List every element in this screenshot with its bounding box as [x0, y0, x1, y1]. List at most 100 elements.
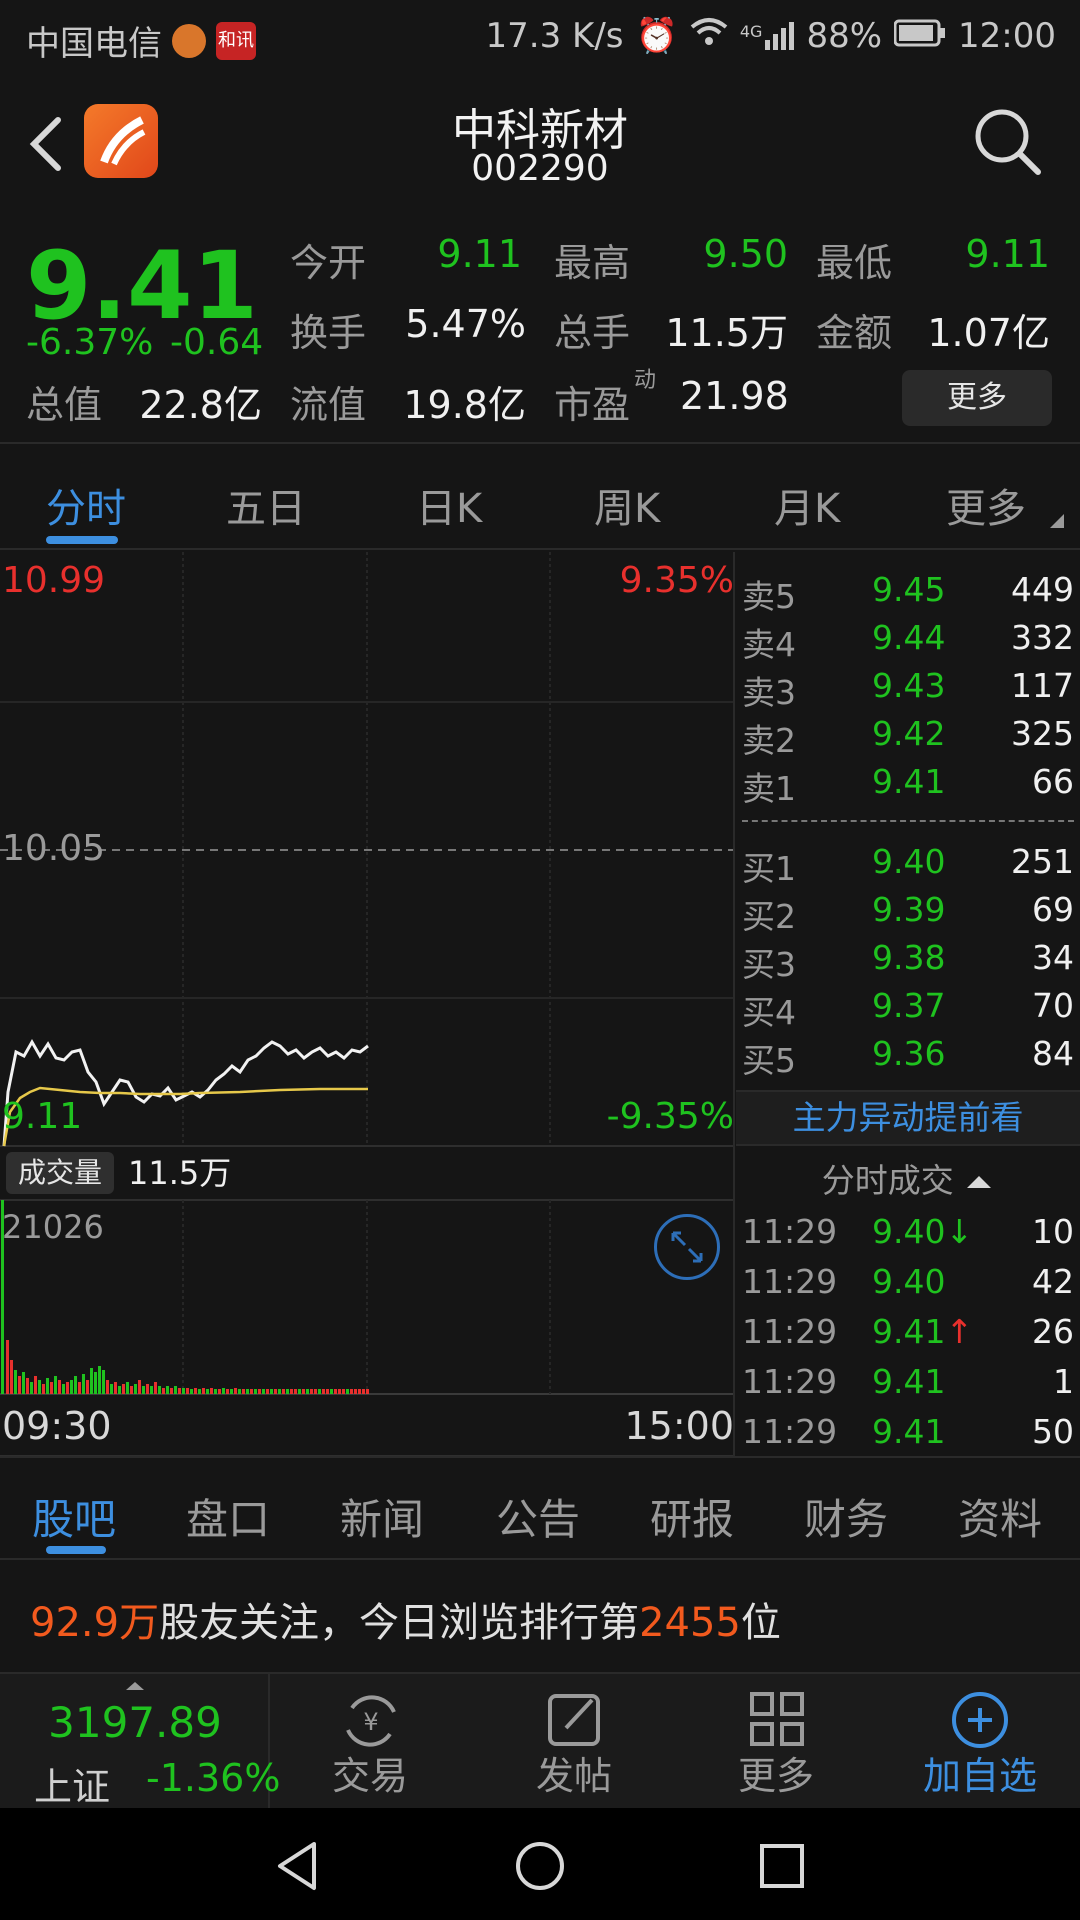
volume-value: 11.5万 [665, 311, 788, 355]
browse-rank: 2455 [639, 1600, 741, 1646]
more-button[interactable]: 更多 [696, 1674, 856, 1810]
panel-divider [733, 552, 735, 1456]
hexun-notification-icon: 和讯 [216, 21, 256, 60]
bid-price: 9.38 [872, 938, 946, 977]
follow-summary: 92.9万股友关注，今日浏览排行第2455位 [30, 1590, 781, 1648]
bid-volume: 84 [1032, 1034, 1074, 1073]
tick-time: 11:29 [742, 1262, 838, 1301]
clock: 12:00 [958, 16, 1056, 56]
nav-back-icon[interactable] [270, 1838, 326, 1894]
tab-intraday[interactable]: 分时 [46, 476, 126, 534]
axis-pct-top: 9.35% [619, 560, 734, 601]
bid-volume: 34 [1032, 938, 1074, 977]
period-tabs: 分时 五日 日K 周K 月K 更多 [0, 446, 1080, 550]
add-watchlist-button[interactable]: 加自选 [900, 1674, 1060, 1810]
bid-label: 买2 [742, 897, 796, 936]
intraday-chart[interactable]: 10.99 9.35% 10.05 9.11 -9.35% 成交量 11.5万 … [0, 552, 734, 1456]
bid-label: 买3 [742, 945, 796, 984]
ask-volume: 117 [1011, 666, 1074, 705]
follow-text-suffix: 位 [740, 1600, 781, 1646]
turnover-label: 换手 [290, 311, 367, 355]
alarm-icon: ⏰ [635, 16, 678, 56]
network-type: 4G [739, 22, 763, 41]
total-cap-label: 总值 [26, 383, 103, 427]
bid-row-4: 买4 9.37 70 [736, 986, 1080, 1034]
time-start: 09:30 [2, 1404, 112, 1448]
ask-label: 卖3 [742, 673, 796, 712]
tick-price: 9.40 [872, 1212, 946, 1251]
tab-research[interactable]: 研报 [650, 1486, 734, 1547]
tab-weekly-k[interactable]: 周K [594, 476, 660, 534]
ask-row-3: 卖3 9.43 117 [736, 666, 1080, 714]
nav-home-icon[interactable] [512, 1838, 568, 1894]
tab-monthly-k[interactable]: 月K [774, 476, 840, 534]
axis-price-bottom: 9.11 [2, 1096, 83, 1137]
battery-icon [893, 16, 946, 56]
book-divider [742, 820, 1074, 822]
tab-market-depth[interactable]: 盘口 [186, 1486, 270, 1547]
tab-five-day[interactable]: 五日 [226, 476, 306, 534]
tick-row: 11:29 9.41 1 [736, 1362, 1080, 1410]
ask-label: 卖5 [742, 577, 796, 616]
tick-volume: 42 [1032, 1262, 1074, 1301]
axis-price-top: 10.99 [2, 560, 106, 601]
low-value: 9.11 [965, 232, 1050, 276]
tick-volume: 10 [1032, 1212, 1074, 1251]
ask-row-5: 卖5 9.45 449 [736, 570, 1080, 618]
ask-row-2: 卖2 9.42 325 [736, 714, 1080, 762]
tick-arrow: ↓ [945, 1212, 974, 1251]
post-button[interactable]: 发帖 [494, 1674, 654, 1810]
ask-row-4: 卖4 9.44 332 [736, 618, 1080, 666]
bid-row-1: 买1 9.40 251 [736, 842, 1080, 890]
more-quote-button[interactable]: 更多 [902, 370, 1052, 426]
ticks-title[interactable]: 分时成交 [736, 1154, 1080, 1202]
tab-more-periods[interactable]: 更多 [946, 476, 1026, 534]
total-cap-value: 22.8亿 [139, 383, 262, 427]
float-cap-label: 流值 [290, 383, 367, 427]
tick-price: 9.41 [872, 1412, 946, 1451]
grid-icon [750, 1692, 804, 1746]
main-force-link[interactable]: 主力异动提前看 [736, 1090, 1080, 1146]
trade-button[interactable]: ¥ 交易 [290, 1674, 450, 1810]
index-value: 3197.89 [48, 1698, 222, 1747]
tab-announcements[interactable]: 公告 [496, 1486, 580, 1547]
stock-header: 中科新材 002290 [0, 74, 1080, 214]
tab-news[interactable]: 新闻 [340, 1486, 424, 1547]
dropdown-corner-icon [1050, 514, 1064, 528]
volume-bars [1, 1200, 369, 1394]
tick-time: 11:29 [742, 1312, 838, 1351]
info-tabs: 股吧 盘口 新闻 公告 研报 财务 资料 [0, 1456, 1080, 1560]
signal-icon: 4G [740, 22, 795, 50]
search-button[interactable] [968, 102, 1048, 182]
bid-price: 9.36 [872, 1034, 946, 1073]
bid-label: 买1 [742, 849, 796, 888]
wifi-icon [690, 16, 728, 56]
ask-price: 9.43 [872, 666, 946, 705]
nav-recents-icon[interactable] [754, 1838, 810, 1894]
bid-volume: 70 [1032, 986, 1074, 1025]
bid-label: 买4 [742, 993, 796, 1032]
tab-profile[interactable]: 资料 [958, 1486, 1042, 1547]
follower-count: 92.9万 [30, 1600, 160, 1646]
tick-price: 9.40 [872, 1262, 946, 1301]
status-bar: 中国电信 和讯 17.3 K/s ⏰ 4G 88% 12:00 [0, 0, 1080, 74]
axis-pct-bottom: -9.35% [606, 1096, 734, 1137]
amount-label: 金额 [816, 311, 893, 355]
tab-financials[interactable]: 财务 [804, 1486, 888, 1547]
turnover-value: 5.47% [405, 302, 526, 346]
open-label: 今开 [290, 241, 367, 285]
volume-label: 总手 [554, 311, 631, 355]
low-label: 最低 [816, 241, 893, 285]
plus-circle-icon [952, 1692, 1008, 1748]
float-cap-value: 19.8亿 [403, 383, 526, 427]
carrier-label: 中国电信 [26, 24, 162, 64]
pe-dynamic-mark: 动 [634, 368, 657, 393]
index-ticker[interactable]: 3197.89 上证 -1.36% [0, 1674, 280, 1810]
tab-forum[interactable]: 股吧 [32, 1486, 116, 1547]
fullscreen-button[interactable] [654, 1214, 720, 1280]
tick-row: 11:29 9.40↓ 10 [736, 1212, 1080, 1260]
tab-daily-k[interactable]: 日K [416, 476, 482, 534]
trade-label: 交易 [331, 1754, 408, 1798]
volume-badge: 成交量 [6, 1152, 115, 1194]
bid-label: 买5 [742, 1041, 796, 1080]
